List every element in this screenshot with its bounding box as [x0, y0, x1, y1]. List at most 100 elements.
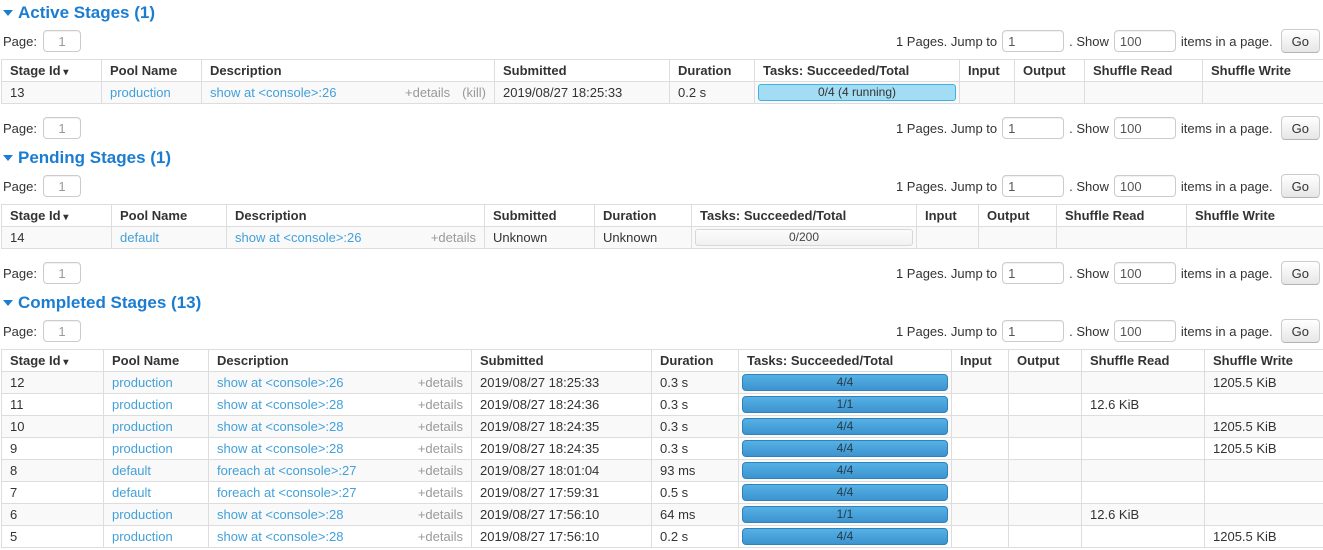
pool-name-link[interactable]: production: [112, 375, 173, 390]
page-number-input[interactable]: [43, 30, 81, 52]
jump-to-page-input[interactable]: [1002, 262, 1064, 284]
pool-name-link[interactable]: production: [112, 507, 173, 522]
column-header-input[interactable]: Input: [952, 350, 1009, 372]
description-link[interactable]: show at <console>:28: [217, 441, 343, 456]
column-header-duration[interactable]: Duration: [652, 350, 739, 372]
shuffle-write-cell: 1205.5 KiB: [1205, 372, 1323, 394]
column-header-tasks-succeeded-total[interactable]: Tasks: Succeeded/Total: [755, 60, 960, 82]
description-link[interactable]: show at <console>:28: [217, 529, 343, 544]
column-header-stage-id[interactable]: Stage Id ▾: [2, 60, 102, 82]
column-header-submitted[interactable]: Submitted: [495, 60, 670, 82]
items-per-page-input[interactable]: [1114, 30, 1176, 52]
details-toggle[interactable]: +details: [418, 485, 463, 500]
shuffle-write-cell: [1205, 394, 1323, 416]
description-link[interactable]: show at <console>:28: [217, 419, 343, 434]
page-number-input[interactable]: [43, 175, 81, 197]
description-link[interactable]: show at <console>:28: [217, 507, 343, 522]
details-toggle[interactable]: +details: [418, 463, 463, 478]
items-per-page-input[interactable]: [1114, 117, 1176, 139]
items-per-page-input[interactable]: [1114, 262, 1176, 284]
column-header-stage-id[interactable]: Stage Id ▾: [2, 205, 112, 227]
column-header-input[interactable]: Input: [960, 60, 1015, 82]
description-link[interactable]: show at <console>:26: [210, 85, 336, 100]
pending-stages-header[interactable]: Pending Stages (1): [3, 149, 1322, 167]
pool-name-link[interactable]: default: [120, 230, 159, 245]
description-link[interactable]: show at <console>:26: [235, 230, 361, 245]
task-progress-label: 0/200: [789, 230, 819, 244]
column-header-shuffle-write[interactable]: Shuffle Write: [1205, 350, 1323, 372]
jump-to-page-input[interactable]: [1002, 320, 1064, 342]
details-toggle[interactable]: +details: [418, 529, 463, 544]
page-number-input[interactable]: [43, 262, 81, 284]
task-progress-label: 4/4: [837, 485, 854, 499]
column-header-tasks-succeeded-total[interactable]: Tasks: Succeeded/Total: [739, 350, 952, 372]
details-toggle[interactable]: +details: [418, 419, 463, 434]
description-link[interactable]: show at <console>:28: [217, 397, 343, 412]
column-header-stage-id[interactable]: Stage Id ▾: [2, 350, 104, 372]
jump-to-page-input[interactable]: [1002, 175, 1064, 197]
pool-name-link[interactable]: production: [112, 441, 173, 456]
kill-link[interactable]: (kill): [462, 85, 486, 100]
active-pagination-bottom: Page: 1 Pages. Jump to . Show items in a…: [1, 116, 1322, 140]
details-toggle[interactable]: +details: [405, 85, 450, 100]
pool-name-link[interactable]: production: [112, 529, 173, 544]
column-header-shuffle-write[interactable]: Shuffle Write: [1203, 60, 1323, 82]
details-toggle[interactable]: +details: [418, 397, 463, 412]
description-link[interactable]: foreach at <console>:27: [217, 485, 357, 500]
shuffle-write-cell: 1205.5 KiB: [1205, 438, 1323, 460]
output-cell: [1009, 504, 1082, 526]
submitted-cell: 2019/08/27 17:59:31: [472, 482, 652, 504]
description-link[interactable]: foreach at <console>:27: [217, 463, 357, 478]
page-number-input[interactable]: [43, 117, 81, 139]
go-button[interactable]: Go: [1281, 261, 1320, 285]
column-header-tasks-succeeded-total[interactable]: Tasks: Succeeded/Total: [692, 205, 917, 227]
active-stages-header[interactable]: Active Stages (1): [3, 4, 1322, 22]
completed-stages-header[interactable]: Completed Stages (13): [3, 294, 1322, 312]
jump-to-page-input[interactable]: [1002, 30, 1064, 52]
column-header-description[interactable]: Description: [209, 350, 472, 372]
pool-name-link[interactable]: production: [112, 397, 173, 412]
stage-row: 7 default foreach at <console>:27 +detai…: [2, 482, 1323, 504]
description-link[interactable]: show at <console>:26: [217, 375, 343, 390]
column-header-shuffle-read[interactable]: Shuffle Read: [1057, 205, 1187, 227]
items-per-page-input[interactable]: [1114, 175, 1176, 197]
details-toggle[interactable]: +details: [431, 230, 476, 245]
column-header-shuffle-write[interactable]: Shuffle Write: [1187, 205, 1323, 227]
pool-name-link[interactable]: default: [112, 485, 151, 500]
column-header-input[interactable]: Input: [917, 205, 979, 227]
column-header-duration[interactable]: Duration: [670, 60, 755, 82]
column-header-shuffle-read[interactable]: Shuffle Read: [1082, 350, 1205, 372]
column-header-submitted[interactable]: Submitted: [485, 205, 595, 227]
column-header-description[interactable]: Description: [202, 60, 495, 82]
column-header-description[interactable]: Description: [227, 205, 485, 227]
column-header-output[interactable]: Output: [1015, 60, 1085, 82]
go-button[interactable]: Go: [1281, 116, 1320, 140]
stage-row: 14 default show at <console>:26 +details…: [2, 227, 1323, 249]
details-toggle[interactable]: +details: [418, 375, 463, 390]
details-toggle[interactable]: +details: [418, 507, 463, 522]
go-button[interactable]: Go: [1281, 319, 1320, 343]
go-button[interactable]: Go: [1281, 174, 1320, 198]
column-header-output[interactable]: Output: [1009, 350, 1082, 372]
input-cell: [917, 227, 979, 249]
column-header-pool-name[interactable]: Pool Name: [104, 350, 209, 372]
pool-name-link[interactable]: default: [112, 463, 151, 478]
go-button[interactable]: Go: [1281, 29, 1320, 53]
pool-name-link[interactable]: production: [112, 419, 173, 434]
sort-descending-icon: ▾: [61, 212, 69, 223]
submitted-cell: 2019/08/27 18:01:04: [472, 460, 652, 482]
column-header-duration[interactable]: Duration: [595, 205, 692, 227]
show-label: . Show: [1069, 266, 1109, 281]
column-header-submitted[interactable]: Submitted: [472, 350, 652, 372]
pool-name-link[interactable]: production: [110, 85, 171, 100]
column-header-output[interactable]: Output: [979, 205, 1057, 227]
details-toggle[interactable]: +details: [418, 441, 463, 456]
page-number-input[interactable]: [43, 320, 81, 342]
column-header-pool-name[interactable]: Pool Name: [102, 60, 202, 82]
items-per-page-input[interactable]: [1114, 320, 1176, 342]
column-header-pool-name[interactable]: Pool Name: [112, 205, 227, 227]
collapse-arrow-icon: [3, 10, 13, 16]
input-cell: [952, 372, 1009, 394]
column-header-shuffle-read[interactable]: Shuffle Read: [1085, 60, 1203, 82]
jump-to-page-input[interactable]: [1002, 117, 1064, 139]
